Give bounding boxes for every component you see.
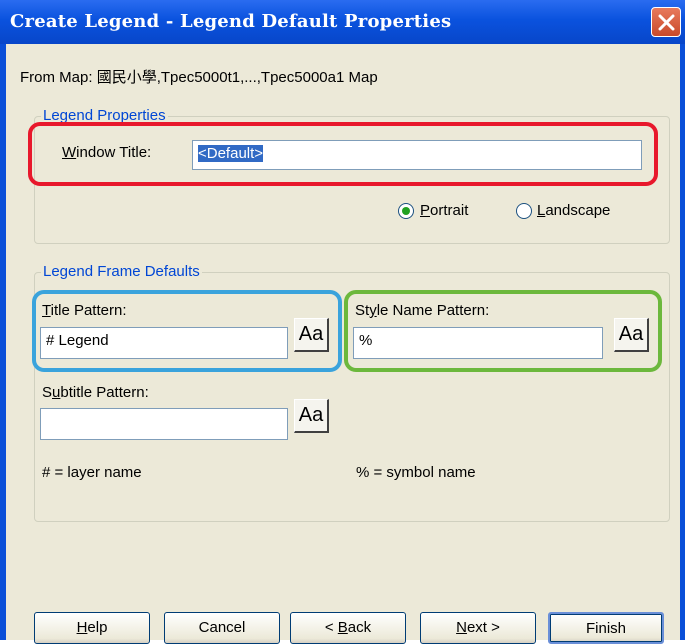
radio-selected-dot <box>402 207 410 215</box>
dialog-window: Create Legend - Legend Default Propertie… <box>0 0 685 644</box>
from-map-label: From Map: <box>20 69 93 86</box>
legend-frame-defaults-label: Legend Frame Defaults <box>41 263 202 281</box>
close-button[interactable] <box>651 7 681 37</box>
landscape-label[interactable]: Landscape <box>537 202 610 219</box>
help-button[interactable]: Help <box>34 612 150 644</box>
symbol-name-hint: % = symbol name <box>356 464 476 481</box>
layer-name-hint: # = layer name <box>42 464 142 481</box>
title-bar[interactable]: Create Legend - Legend Default Propertie… <box>0 0 685 44</box>
finish-button[interactable]: Finish <box>548 612 664 644</box>
portrait-radio[interactable] <box>398 203 414 219</box>
highlight-window-title <box>28 122 658 186</box>
cancel-button[interactable]: Cancel <box>164 612 280 644</box>
highlight-style-name-pattern <box>344 290 662 372</box>
landscape-radio[interactable] <box>516 203 532 219</box>
from-map-value: 國民小學,Tpec5000t1,...,Tpec5000a1 Map <box>96 69 378 86</box>
next-button[interactable]: Next > <box>420 612 536 644</box>
from-map-text: From Map: 國民小學,Tpec5000t1,...,Tpec5000a1… <box>20 66 378 87</box>
subtitle-font-button[interactable]: Aa <box>294 399 329 433</box>
portrait-label[interactable]: Portrait <box>420 202 468 219</box>
subtitle-pattern-label: Subtitle Pattern: <box>42 384 149 401</box>
subtitle-pattern-input[interactable] <box>40 408 288 440</box>
window-title: Create Legend - Legend Default Propertie… <box>10 11 452 32</box>
back-button[interactable]: < Back <box>290 612 406 644</box>
dialog-body: From Map: 國民小學,Tpec5000t1,...,Tpec5000a1… <box>6 44 680 644</box>
close-icon <box>658 14 675 31</box>
highlight-title-pattern <box>32 290 342 372</box>
